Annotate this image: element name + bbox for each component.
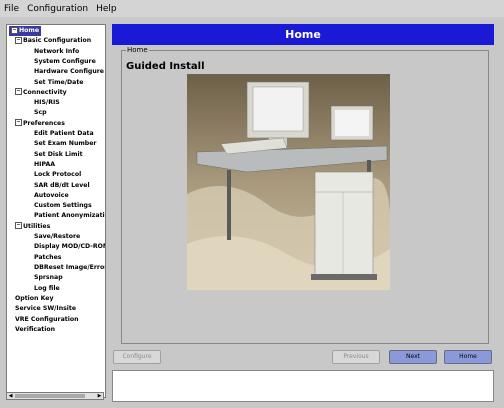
tree-item[interactable]: Scp [34, 108, 47, 118]
next-button[interactable]: Next [389, 350, 437, 364]
workstation-photo [187, 74, 390, 290]
tree-item-label: VRE Configuration [15, 315, 79, 323]
guided-install-heading: Guided Install [126, 61, 205, 72]
tree-item[interactable]: HIPAA [34, 160, 55, 170]
tree-item-label: Verification [15, 326, 55, 334]
tree-item[interactable]: Option Key [15, 294, 54, 304]
tree-item[interactable]: Log file [34, 284, 60, 294]
tree-item[interactable]: Display MOD/CD-ROM [34, 242, 106, 252]
tree-item-label: Set Disk Limit [34, 150, 83, 158]
tree-item[interactable]: Verification [15, 325, 55, 335]
tree-item[interactable]: Patches [34, 253, 61, 263]
tree-item-label: DBReset Image/Error DE [34, 263, 106, 271]
tree-item[interactable]: − Utilities [15, 222, 50, 232]
tree-item-label: Scp [34, 109, 47, 117]
tree-item[interactable]: − Preferences [15, 119, 65, 129]
tree-item-label: System Configure [34, 57, 96, 65]
tree-item[interactable]: Hardware Configure [34, 67, 104, 77]
scroll-left-icon[interactable]: ◀ [7, 393, 14, 399]
tree-item[interactable]: Set Disk Limit [34, 150, 83, 160]
tree-item-label: Option Key [15, 294, 54, 302]
tree-item-label: Preferences [23, 119, 65, 127]
tree-item-label: Network Info [34, 47, 80, 55]
tree-item[interactable]: − Home [9, 26, 42, 36]
scrollbar-thumb[interactable] [15, 394, 85, 398]
menu-configuration[interactable]: Configuration [23, 4, 92, 14]
scroll-right-icon[interactable]: ▶ [96, 393, 103, 399]
tree-item-label: Save/Restore [34, 233, 81, 240]
previous-button[interactable]: Previous [332, 350, 380, 364]
page-title: Home [112, 24, 494, 45]
tree-item-label: Basic Configuration [23, 37, 92, 45]
tree-item-label: Edit Patient Data [34, 130, 94, 137]
tree-item-label: Connectivity [23, 88, 67, 96]
tree-item-label: Display MOD/CD-ROM [34, 243, 106, 251]
menu-file[interactable]: File [0, 4, 23, 14]
tree-item-label: Custom Settings [34, 202, 92, 210]
tree-item[interactable]: DBReset Image/Error DE [34, 263, 106, 273]
tree-item[interactable]: Autovoice [34, 191, 69, 201]
tree-item[interactable]: Custom Settings [34, 201, 92, 211]
tree-item[interactable]: Lock Protocol [34, 170, 81, 180]
tree-item[interactable]: HIS/RIS [34, 98, 60, 108]
tree-item[interactable]: − Connectivity [15, 88, 67, 98]
menu-help[interactable]: Help [92, 4, 121, 14]
tree-item[interactable]: System Configure [34, 57, 96, 67]
tree-item[interactable]: Edit Patient Data [34, 129, 94, 139]
tree-item[interactable]: Network Info [34, 47, 79, 57]
tree-item[interactable]: Sprsnap [34, 273, 63, 283]
navigation-tree: − Home − Basic Configuration Network Info Sys… [6, 24, 106, 398]
status-panel [112, 370, 494, 402]
tree-item-label: Hardware Configure [34, 68, 104, 76]
tree-item-label: Home [19, 27, 40, 34]
tree-item-label: Utilities [23, 222, 51, 230]
tree-item-label: HIS/RIS [34, 99, 60, 107]
collapse-icon[interactable]: − [15, 119, 22, 127]
tree-item-label: Set Exam Number [34, 140, 97, 148]
tree-item[interactable]: SAR dB/dt Level [34, 181, 90, 191]
tree-item-label: Set Time/Date [34, 78, 84, 86]
tree-item[interactable]: Patient Anonymization S [34, 211, 105, 221]
tree-item-label: Service SW/Insite [15, 305, 77, 313]
home-button[interactable]: Home [444, 350, 492, 364]
collapse-icon[interactable]: − [15, 36, 22, 44]
tree-item-label: HIPAA [34, 160, 56, 168]
tree-item-label: Autovoice [34, 191, 69, 199]
tree-horizontal-scrollbar[interactable]: ◀ ▶ [6, 392, 104, 400]
tree-item[interactable]: Set Time/Date [34, 78, 83, 88]
tree-item-label: Log file [34, 284, 60, 292]
collapse-icon[interactable]: − [11, 26, 18, 34]
menu-bar: File Configuration Help [0, 0, 504, 17]
tree-item[interactable]: Save/Restore [34, 232, 80, 242]
tree-item[interactable]: Service SW/Insite [15, 304, 76, 314]
tree-item-label: Sprsnap [34, 274, 63, 282]
tree-item-label: Lock Protocol [34, 171, 82, 179]
tree-item-label: SAR dB/dt Level [34, 181, 90, 189]
tree-item[interactable]: VRE Configuration [15, 315, 79, 325]
collapse-icon[interactable]: − [15, 88, 22, 96]
tree-item-label: Patient Anonymization S [34, 212, 105, 220]
tree-item[interactable]: Set Exam Number [34, 139, 96, 149]
tree-item[interactable]: − Basic Configuration [15, 36, 91, 46]
collapse-icon[interactable]: − [15, 222, 22, 230]
group-label: Home [126, 46, 149, 54]
tree-item-label: Patches [34, 253, 62, 261]
configure-button[interactable]: Configure [113, 350, 161, 364]
